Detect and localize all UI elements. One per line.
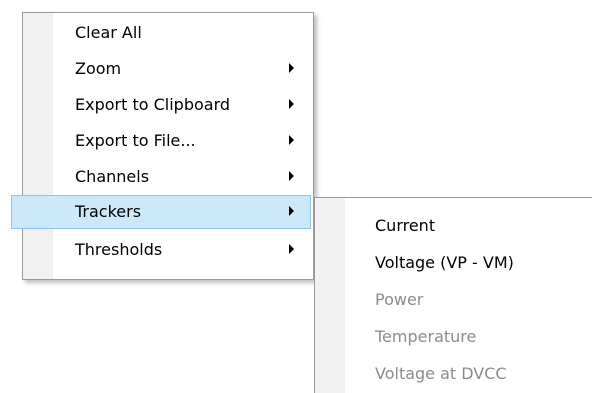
- submenu-item-temperature: Temperature: [317, 319, 587, 356]
- trackers-submenu: Current Voltage (VP - VM) Power Temperat…: [314, 197, 592, 393]
- menu-item-label: Export to Clipboard: [75, 95, 231, 114]
- menu-item-label: Thresholds: [75, 240, 163, 259]
- submenu-arrow-icon: [289, 171, 294, 181]
- menu-item-export-to-file[interactable]: Export to File...: [25, 124, 311, 158]
- submenu-arrow-icon: [289, 244, 294, 254]
- menu-item-label: Clear All: [75, 23, 142, 42]
- submenu-item-voltage-vp-vm[interactable]: Voltage (VP - VM): [317, 245, 587, 282]
- menu-item-thresholds[interactable]: Thresholds: [25, 233, 311, 267]
- menu-item-label: Channels: [75, 167, 150, 186]
- submenu-item-voltage-at-dvcc: Voltage at DVCC: [317, 356, 587, 393]
- submenu-item-label: Voltage (VP - VM): [375, 253, 514, 272]
- submenu-item-label: Voltage at DVCC: [375, 364, 507, 383]
- submenu-arrow-icon: [289, 135, 294, 145]
- menu-item-zoom[interactable]: Zoom: [25, 52, 311, 86]
- submenu-item-label: Power: [375, 290, 424, 309]
- submenu-item-current[interactable]: Current: [317, 208, 587, 245]
- submenu-item-label: Temperature: [375, 327, 477, 346]
- menu-item-export-to-clipboard[interactable]: Export to Clipboard: [25, 88, 311, 122]
- submenu-arrow-icon: [289, 206, 294, 216]
- submenu-arrow-icon: [289, 99, 294, 109]
- menu-item-label: Trackers: [75, 202, 142, 221]
- submenu-item-label: Current: [375, 216, 436, 235]
- menu-item-clear-all[interactable]: Clear All: [25, 16, 311, 50]
- screen: Clear All Zoom Export to Clipboard Expor…: [0, 0, 592, 393]
- context-menu: Clear All Zoom Export to Clipboard Expor…: [11, 12, 314, 280]
- menu-item-trackers[interactable]: Trackers: [11, 195, 311, 229]
- submenu-arrow-icon: [289, 63, 294, 73]
- menu-item-label: Export to File...: [75, 131, 196, 150]
- menu-item-label: Zoom: [75, 59, 122, 78]
- submenu-item-power: Power: [317, 282, 587, 319]
- menu-item-channels[interactable]: Channels: [25, 160, 311, 194]
